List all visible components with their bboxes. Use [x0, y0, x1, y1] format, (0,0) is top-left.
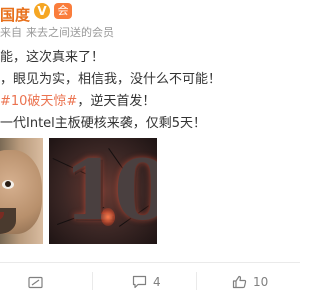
post-source[interactable]: 来去之间送的会员 — [26, 26, 114, 39]
post-meta: 来自 来去之间送的会员 — [0, 24, 114, 40]
post-text-line-2: ，眼见为实，相信我，没什么不可能！ — [0, 72, 222, 87]
eye — [2, 180, 14, 189]
vip-badge-icon: 会 — [54, 3, 72, 19]
like-icon — [232, 275, 247, 289]
comment-icon — [132, 275, 147, 289]
action-separator — [196, 272, 197, 290]
repost-icon — [28, 276, 43, 288]
repost-button[interactable] — [28, 268, 49, 296]
post-text-line-4: 一代Intel主板硬核来袭，仅剩5天！ — [0, 116, 207, 131]
divider — [0, 262, 300, 263]
author-name[interactable]: 国度 — [0, 4, 30, 25]
verified-badge-icon: V — [34, 3, 50, 19]
from-label: 来自 — [0, 26, 22, 39]
action-separator — [92, 272, 93, 290]
comment-button[interactable]: 4 — [132, 268, 161, 296]
like-count: 10 — [253, 275, 269, 289]
comment-count: 4 — [153, 275, 161, 289]
post-text-line-3: #10破天惊#，逆天首发！ — [0, 90, 155, 109]
post-text-line-3-rest: ，逆天首发！ — [77, 94, 156, 109]
man-face-photo[interactable] — [0, 138, 43, 244]
glow-spot — [101, 208, 115, 226]
face-illustration — [0, 150, 42, 234]
like-button[interactable]: 10 — [232, 268, 268, 296]
post-text-line-1: 能，这次真来了！ — [0, 50, 105, 65]
hashtag-link[interactable]: #10破天惊# — [0, 94, 77, 109]
number-10-cracked-poster[interactable]: 10 — [49, 138, 157, 244]
